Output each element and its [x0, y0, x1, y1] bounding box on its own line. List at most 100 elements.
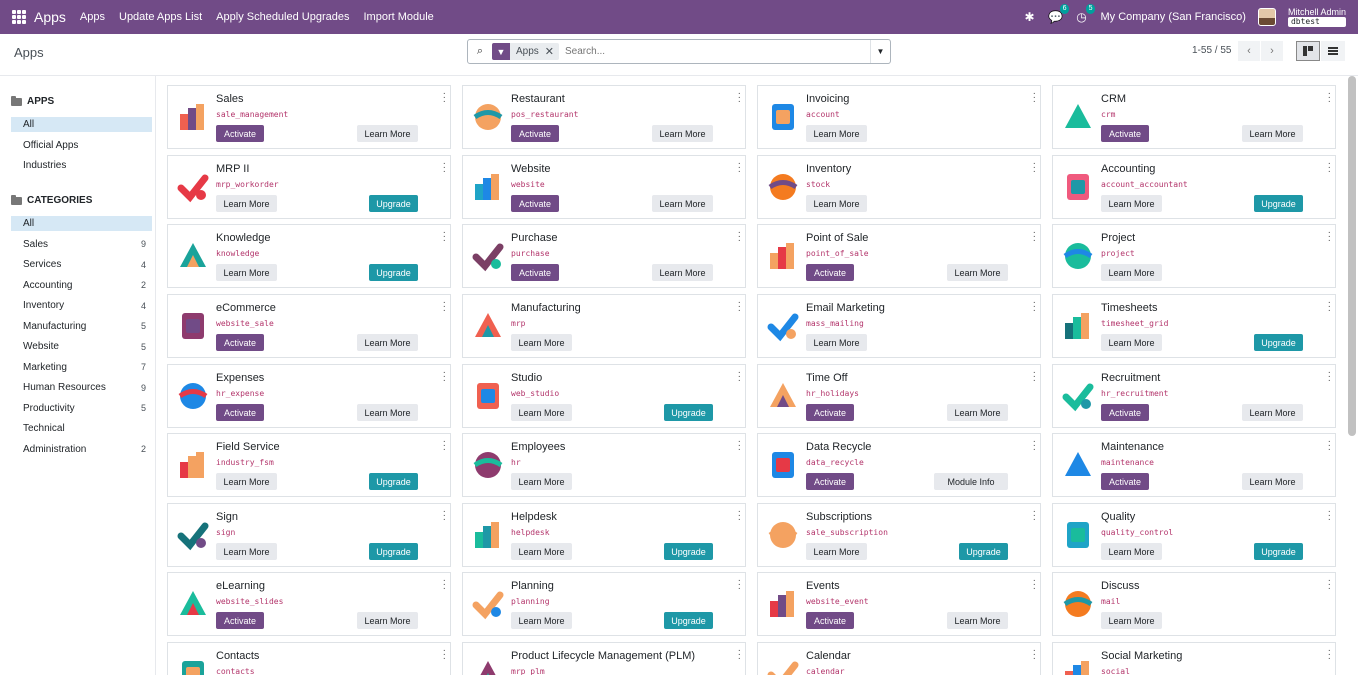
- learn-more-button[interactable]: Learn More: [511, 543, 572, 560]
- app-card[interactable]: CRM crm · · · Activate Learn More: [1052, 85, 1336, 149]
- kebab-menu-icon[interactable]: · · ·: [1033, 437, 1036, 455]
- category-item-technical[interactable]: Technical: [11, 421, 152, 436]
- category-item-website[interactable]: Website 5: [11, 339, 152, 354]
- learn-more-button[interactable]: Learn More: [216, 473, 277, 490]
- kebab-menu-icon[interactable]: · · ·: [1328, 298, 1331, 316]
- app-card[interactable]: Subscriptions sale_subscription · · · Learn M…: [757, 503, 1041, 567]
- category-item-all[interactable]: All: [11, 216, 152, 231]
- learn-more-button[interactable]: Learn More: [947, 612, 1008, 629]
- learn-more-button[interactable]: Learn More: [652, 195, 713, 212]
- scrollbar[interactable]: [1348, 76, 1356, 436]
- app-card[interactable]: Manufacturing mrp · · · Learn More: [462, 294, 746, 358]
- activate-button[interactable]: Activate: [806, 473, 854, 490]
- kebab-menu-icon[interactable]: · · ·: [443, 368, 446, 386]
- kebab-menu-icon[interactable]: · · ·: [1033, 368, 1036, 386]
- app-card[interactable]: eCommerce website_sale · · · Activate Learn Mo…: [167, 294, 451, 358]
- learn-more-button[interactable]: Learn More: [1242, 404, 1303, 421]
- kebab-menu-icon[interactable]: · · ·: [1328, 159, 1331, 177]
- kebab-menu-icon[interactable]: · · ·: [738, 576, 741, 594]
- app-card[interactable]: Expenses hr_expense · · · Activate Learn More: [167, 364, 451, 428]
- learn-more-button[interactable]: Learn More: [216, 195, 277, 212]
- learn-more-button[interactable]: Learn More: [357, 404, 418, 421]
- kebab-menu-icon[interactable]: · · ·: [1033, 507, 1036, 525]
- app-card[interactable]: Studio web_studio · · · Learn More Upgrade: [462, 364, 746, 428]
- kebab-menu-icon[interactable]: · · ·: [738, 646, 741, 664]
- learn-more-button[interactable]: Learn More: [216, 543, 277, 560]
- remove-facet-icon[interactable]: ✕: [545, 45, 559, 58]
- kebab-menu-icon[interactable]: · · ·: [1328, 507, 1331, 525]
- app-card[interactable]: Maintenance maintenance · · · Activate Learn M…: [1052, 433, 1336, 497]
- category-item-productivity[interactable]: Productivity 5: [11, 401, 152, 416]
- kebab-menu-icon[interactable]: · · ·: [1033, 646, 1036, 664]
- search-options-toggle[interactable]: ▼: [870, 40, 890, 63]
- learn-more-button[interactable]: Learn More: [511, 473, 572, 490]
- upgrade-button[interactable]: Upgrade: [959, 543, 1008, 560]
- category-item-manufacturing[interactable]: Manufacturing 5: [11, 319, 152, 334]
- kebab-menu-icon[interactable]: · · ·: [443, 576, 446, 594]
- kebab-menu-icon[interactable]: · · ·: [1328, 368, 1331, 386]
- app-card[interactable]: Invoicing account · · · Learn More: [757, 85, 1041, 149]
- activate-button[interactable]: Activate: [511, 195, 559, 212]
- learn-more-button[interactable]: Learn More: [216, 264, 277, 281]
- upgrade-button[interactable]: Upgrade: [369, 543, 418, 560]
- learn-more-button[interactable]: Learn More: [652, 264, 713, 281]
- category-item-accounting[interactable]: Accounting 2: [11, 278, 152, 293]
- company-switcher[interactable]: My Company (San Francisco): [1100, 11, 1246, 23]
- app-card[interactable]: Data Recycle data_recycle · · · Activate Modul…: [757, 433, 1041, 497]
- learn-more-button[interactable]: Learn More: [1242, 125, 1303, 142]
- kebab-menu-icon[interactable]: · · ·: [738, 368, 741, 386]
- category-item-administration[interactable]: Administration 2: [11, 442, 152, 457]
- kebab-menu-icon[interactable]: · · ·: [1033, 298, 1036, 316]
- sidebar-item-industries[interactable]: Industries: [11, 158, 152, 173]
- app-card[interactable]: Website website · · · Activate Learn More: [462, 155, 746, 219]
- kebab-menu-icon[interactable]: · · ·: [443, 507, 446, 525]
- kebab-menu-icon[interactable]: · · ·: [1033, 159, 1036, 177]
- upgrade-button[interactable]: Upgrade: [369, 195, 418, 212]
- search-icon[interactable]: ⌕: [468, 45, 492, 58]
- activate-button[interactable]: Activate: [806, 404, 854, 421]
- app-card[interactable]: Knowledge knowledge · · · Learn More Upgrade: [167, 224, 451, 288]
- activate-button[interactable]: Activate: [511, 125, 559, 142]
- kebab-menu-icon[interactable]: · · ·: [1033, 228, 1036, 246]
- kebab-menu-icon[interactable]: · · ·: [738, 507, 741, 525]
- pager-previous-icon[interactable]: ‹: [1238, 41, 1260, 61]
- app-card[interactable]: eLearning website_slides · · · Activate Learn …: [167, 572, 451, 636]
- activate-button[interactable]: Activate: [1101, 473, 1149, 490]
- app-switcher-icon[interactable]: [12, 10, 26, 24]
- menu-import-module[interactable]: Import Module: [363, 11, 433, 23]
- learn-more-button[interactable]: Learn More: [1101, 543, 1162, 560]
- list-view-icon[interactable]: [1321, 41, 1345, 61]
- kebab-menu-icon[interactable]: · · ·: [443, 298, 446, 316]
- sidebar-item-official-apps[interactable]: Official Apps: [11, 138, 152, 153]
- kebab-menu-icon[interactable]: · · ·: [1033, 576, 1036, 594]
- app-card[interactable]: Sales sale_management · · · Activate Learn Mor…: [167, 85, 451, 149]
- learn-more-button[interactable]: Learn More: [1101, 612, 1162, 629]
- module-info-button[interactable]: Module Info: [934, 473, 1008, 490]
- avatar[interactable]: [1257, 8, 1276, 26]
- upgrade-button[interactable]: Upgrade: [369, 473, 418, 490]
- menu-apps[interactable]: Apps: [80, 11, 105, 23]
- category-item-services[interactable]: Services 4: [11, 257, 152, 272]
- activate-button[interactable]: Activate: [806, 264, 854, 281]
- learn-more-button[interactable]: Learn More: [357, 612, 418, 629]
- app-card[interactable]: Events website_event · · · Activate Learn More: [757, 572, 1041, 636]
- learn-more-button[interactable]: Learn More: [357, 125, 418, 142]
- kebab-menu-icon[interactable]: · · ·: [1328, 646, 1331, 664]
- kebab-menu-icon[interactable]: · · ·: [738, 159, 741, 177]
- kebab-menu-icon[interactable]: · · ·: [1033, 89, 1036, 107]
- app-card[interactable]: Sign sign · · · Learn More Upgrade: [167, 503, 451, 567]
- activate-button[interactable]: Activate: [806, 612, 854, 629]
- menu-apply-scheduled-upgrades[interactable]: Apply Scheduled Upgrades: [216, 11, 349, 23]
- upgrade-button[interactable]: Upgrade: [664, 404, 713, 421]
- kebab-menu-icon[interactable]: · · ·: [443, 646, 446, 664]
- kebab-menu-icon[interactable]: · · ·: [443, 89, 446, 107]
- menu-update-apps-list[interactable]: Update Apps List: [119, 11, 202, 23]
- chat-icon[interactable]: 💬 6: [1048, 4, 1070, 24]
- upgrade-button[interactable]: Upgrade: [664, 612, 713, 629]
- kebab-menu-icon[interactable]: · · ·: [738, 437, 741, 455]
- app-card[interactable]: Point of Sale point_of_sale · · · Activate Lea…: [757, 224, 1041, 288]
- learn-more-button[interactable]: Learn More: [1101, 264, 1162, 281]
- app-card[interactable]: Field Service industry_fsm · · · Learn More Up…: [167, 433, 451, 497]
- app-card[interactable]: Discuss mail · · · Learn More: [1052, 572, 1336, 636]
- activate-button[interactable]: Activate: [216, 612, 264, 629]
